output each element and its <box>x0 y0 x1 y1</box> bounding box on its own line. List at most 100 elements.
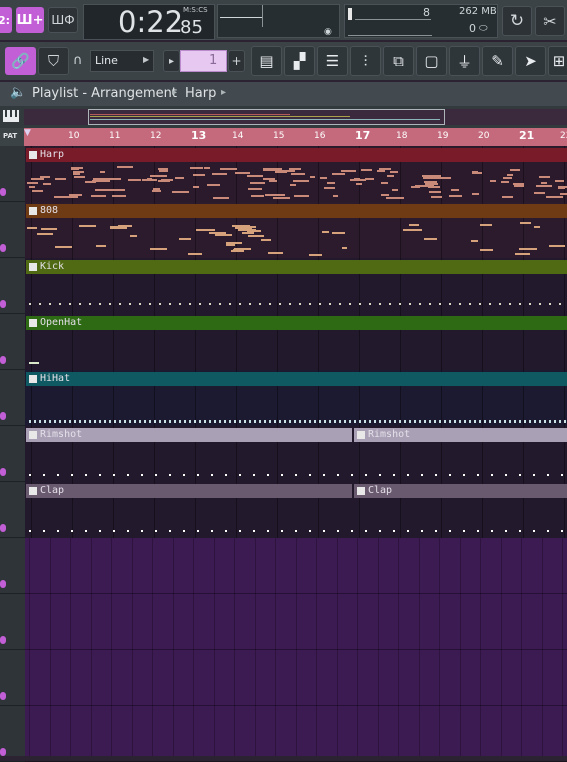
note <box>561 474 563 476</box>
clip-header[interactable]: 808 <box>26 204 567 218</box>
mode-button[interactable]: 2: <box>0 7 12 33</box>
track-lane[interactable]: Rimshot Rimshot <box>25 426 567 482</box>
note <box>85 181 97 184</box>
track-lane[interactable]: Harp <box>25 146 567 202</box>
plugin-picker-icon[interactable]: ▢ <box>416 46 447 76</box>
track-mute-dot[interactable] <box>0 356 6 364</box>
note <box>463 530 465 532</box>
overview-window[interactable] <box>88 109 445 125</box>
track-lane[interactable]: Kick <box>25 258 567 314</box>
grid-line <box>398 538 399 756</box>
note <box>169 303 171 305</box>
clip-header[interactable]: Clap <box>26 484 352 498</box>
note <box>84 420 86 423</box>
song-mode-button[interactable]: ШФ <box>48 7 78 33</box>
note <box>128 179 142 182</box>
clip-header[interactable]: Rimshot <box>354 428 567 442</box>
pattern-mode-button[interactable]: Ш+ <box>16 7 44 33</box>
microphone-icon[interactable]: ✎ <box>482 46 513 76</box>
note <box>29 362 39 364</box>
track-mute-dot[interactable] <box>0 748 6 756</box>
note <box>479 420 481 423</box>
track-lane[interactable]: OpenHat <box>25 314 567 370</box>
note <box>441 177 452 180</box>
time-display[interactable]: 0:22 85 M:S:CS <box>83 4 215 40</box>
note <box>154 420 156 423</box>
note <box>554 420 556 423</box>
track-mute-dot[interactable] <box>0 188 6 196</box>
clip-label: Kick <box>40 261 65 272</box>
pattern-prev-button[interactable]: ▸ <box>163 50 180 72</box>
note <box>55 245 72 248</box>
note <box>369 420 371 423</box>
note <box>469 420 471 423</box>
clip-header[interactable]: OpenHat <box>26 316 567 330</box>
clip-header[interactable]: Harp <box>26 148 567 162</box>
note <box>564 420 566 423</box>
note <box>112 195 127 198</box>
cut-icon[interactable]: ✂ <box>535 6 565 36</box>
current-pattern-name[interactable]: Harp <box>185 86 216 101</box>
piano-key-black <box>10 110 12 117</box>
snap-select[interactable]: Line ▶ <box>90 50 154 72</box>
playhead-marker-icon[interactable]: ▼ <box>24 128 34 138</box>
track-mute-dot[interactable] <box>0 580 6 588</box>
note <box>249 420 251 423</box>
refresh-icon[interactable]: ↻ <box>502 6 532 36</box>
note <box>244 420 246 423</box>
track-mute-dot[interactable] <box>0 692 6 700</box>
note <box>57 474 59 476</box>
shop-icon[interactable]: ⊞ <box>548 46 567 76</box>
add-pattern-label: + <box>231 54 242 68</box>
note <box>179 420 181 423</box>
note <box>351 474 353 476</box>
note <box>29 303 31 305</box>
mixer-icon[interactable]: ⫶ <box>350 46 381 76</box>
pattern-number-field[interactable]: 1 <box>180 50 227 72</box>
note <box>85 474 87 476</box>
add-pattern-button[interactable]: + <box>228 50 245 72</box>
track-lane[interactable]: 808 <box>25 202 567 258</box>
track-lane[interactable]: Clap Clap <box>25 482 567 538</box>
stamp-icon[interactable]: ⛉ <box>38 47 69 75</box>
note <box>474 420 476 423</box>
clip-header[interactable]: Kick <box>26 260 567 274</box>
track-mute-dot[interactable] <box>0 524 6 532</box>
browser-icon[interactable]: ⧉ <box>383 46 414 76</box>
note <box>183 474 185 476</box>
note <box>379 303 381 305</box>
note <box>534 225 541 228</box>
note <box>259 420 261 423</box>
playlist-icon[interactable]: ▤ <box>251 46 282 76</box>
clip-header[interactable]: Clap <box>354 484 567 498</box>
link-icon[interactable]: 🔗 <box>5 47 36 75</box>
note <box>404 420 406 423</box>
channel-rack-icon[interactable]: ☰ <box>317 46 348 76</box>
ai-helper-icon[interactable]: ➤ <box>515 46 546 76</box>
overview-strip[interactable] <box>0 106 567 128</box>
speaker-icon[interactable]: 🔈 <box>10 85 26 100</box>
note <box>407 530 409 532</box>
track-mute-dot[interactable] <box>0 468 6 476</box>
track-mute-dot[interactable] <box>0 636 6 644</box>
note <box>231 249 244 252</box>
timeline-ruler[interactable]: PAT ▼ 10 11 12 13 14 15 16 17 18 19 20 21 22 <box>0 128 567 146</box>
note <box>439 420 441 423</box>
note <box>225 244 235 247</box>
pattern-menu-arrow[interactable]: ▸ <box>221 87 226 98</box>
plug-icon[interactable]: ⏚ <box>449 46 480 76</box>
track-lane[interactable]: HiHat <box>25 370 567 426</box>
magnet-icon[interactable]: ∩ <box>73 53 87 69</box>
clip-header[interactable]: HiHat <box>26 372 567 386</box>
note <box>459 420 461 423</box>
track-separator <box>0 425 25 426</box>
track-mute-dot[interactable] <box>0 300 6 308</box>
note <box>376 170 386 173</box>
note <box>337 474 339 476</box>
clip-header[interactable]: Rimshot <box>26 428 352 442</box>
track-mute-dot[interactable] <box>0 412 6 420</box>
eye-icon[interactable]: ◉ <box>324 27 334 37</box>
track-mute-dot[interactable] <box>0 244 6 252</box>
note <box>429 303 431 305</box>
piano-roll-icon[interactable]: ▞ <box>284 46 315 76</box>
